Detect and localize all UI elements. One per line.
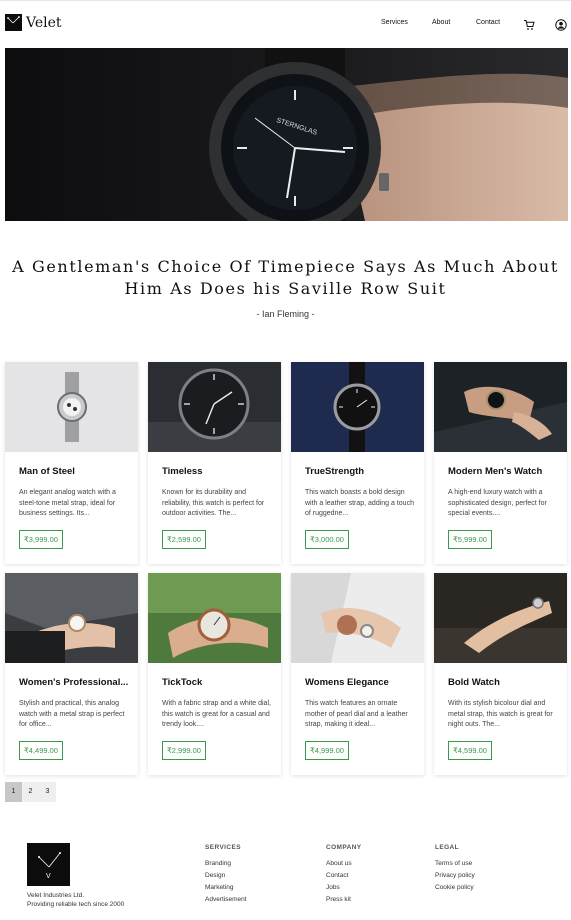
product-card[interactable]: Womens Elegance This watch features an o…: [291, 573, 424, 775]
footer-link-about-us[interactable]: About us: [326, 860, 352, 867]
product-description: A high-end luxury watch with a sophistic…: [448, 489, 547, 517]
product-title[interactable]: TickTock: [162, 677, 274, 688]
footer-link-jobs[interactable]: Jobs: [326, 884, 340, 891]
nav-link-about[interactable]: About: [432, 18, 450, 28]
page-button-3[interactable]: 3: [39, 782, 56, 802]
footer-link-branding[interactable]: Branding: [205, 860, 231, 867]
quote-line-2: Him As Does his Saville Row Suit: [124, 279, 447, 298]
page-button-1[interactable]: 1: [5, 782, 22, 802]
logo-icon[interactable]: [5, 14, 22, 31]
product-image[interactable]: [5, 573, 138, 663]
footer-heading-company: COMPANY: [326, 844, 362, 851]
product-description: Known for its durability and reliability…: [162, 489, 265, 517]
product-price[interactable]: ₹2,999.00: [162, 741, 206, 760]
quote-author: - Ian Fleming -: [256, 309, 315, 319]
product-image[interactable]: [434, 362, 567, 452]
nav-link-contact[interactable]: Contact: [476, 18, 500, 28]
product-price[interactable]: ₹4,499.00: [19, 741, 63, 760]
product-card[interactable]: TickTock With a fabric strap and a white…: [148, 573, 281, 775]
hero-quote: A Gentleman's Choice Of Timepiece Says A…: [0, 256, 571, 300]
footer-link-contact[interactable]: Contact: [326, 872, 348, 879]
product-card[interactable]: Modern Men's Watch A high-end luxury wat…: [434, 362, 567, 564]
product-image[interactable]: [148, 362, 281, 452]
product-image[interactable]: [291, 573, 424, 663]
footer-link-design[interactable]: Design: [205, 872, 225, 879]
footer-link-privacy[interactable]: Privacy policy: [435, 872, 475, 879]
product-description: Stylish and practical, this analog watch…: [19, 700, 125, 728]
brand-name[interactable]: Velet: [26, 14, 62, 32]
product-card[interactable]: Timeless Known for its durability and re…: [148, 362, 281, 564]
footer-link-marketing[interactable]: Marketing: [205, 884, 234, 891]
product-card[interactable]: Man of Steel An elegant analog watch wit…: [5, 362, 138, 564]
nav-link-services[interactable]: Services: [381, 18, 408, 28]
footer-logo-letter: V: [46, 873, 51, 880]
page-button-2[interactable]: 2: [22, 782, 39, 802]
product-image[interactable]: [291, 362, 424, 452]
product-description: This watch features an ornate mother of …: [305, 700, 408, 728]
footer-tagline: Providing reliable tech since 2000: [27, 901, 125, 908]
product-price[interactable]: ₹3,000.00: [305, 530, 349, 549]
top-nav: Velet Services About Contact: [0, 0, 571, 46]
footer-link-cookie[interactable]: Cookie policy: [435, 884, 474, 891]
product-price[interactable]: ₹5,999.00: [448, 530, 492, 549]
product-price[interactable]: ₹3,999.00: [19, 530, 63, 549]
product-description: With a fabric strap and a white dial, th…: [162, 700, 271, 728]
footer-logo-icon[interactable]: V: [27, 843, 70, 886]
product-card[interactable]: TrueStrength This watch boasts a bold de…: [291, 362, 424, 564]
footer-heading-legal: LEGAL: [435, 844, 460, 851]
product-description: With its stylish bicolour dial and metal…: [448, 700, 553, 728]
product-description: This watch boasts a bold design with a l…: [305, 489, 414, 517]
quote-line-1: A Gentleman's Choice Of Timepiece Says A…: [12, 257, 559, 276]
product-image[interactable]: [434, 573, 567, 663]
footer-heading-services: SERVICES: [205, 844, 241, 851]
footer-link-press-kit[interactable]: Press kit: [326, 896, 351, 903]
hero-banner: STERNGLAS: [5, 48, 568, 221]
product-title[interactable]: TrueStrength: [305, 466, 417, 477]
footer-company-name: Velet Industries Ltd.: [27, 892, 85, 899]
product-card[interactable]: Women's Professional... Stylish and prac…: [5, 573, 138, 775]
product-title[interactable]: Women's Professional...: [19, 677, 131, 688]
product-image[interactable]: [5, 362, 138, 452]
footer-link-advertisement[interactable]: Advertisement: [205, 896, 247, 903]
product-description: An elegant analog watch with a steel-ton…: [19, 489, 116, 517]
user-circle-icon[interactable]: [555, 16, 567, 31]
footer-link-terms[interactable]: Terms of use: [435, 860, 472, 867]
product-title[interactable]: Bold Watch: [448, 677, 560, 688]
product-title[interactable]: Womens Elegance: [305, 677, 417, 688]
product-price[interactable]: ₹4,599.00: [448, 741, 492, 760]
product-title[interactable]: Man of Steel: [19, 466, 131, 477]
product-title[interactable]: Modern Men's Watch: [448, 466, 560, 477]
product-price[interactable]: ₹2,599.00: [162, 530, 206, 549]
product-title[interactable]: Timeless: [162, 466, 274, 477]
product-card[interactable]: Bold Watch With its stylish bicolour dia…: [434, 573, 567, 775]
product-image[interactable]: [148, 573, 281, 663]
product-price[interactable]: ₹4,999.00: [305, 741, 349, 760]
cart-icon[interactable]: [523, 16, 535, 30]
